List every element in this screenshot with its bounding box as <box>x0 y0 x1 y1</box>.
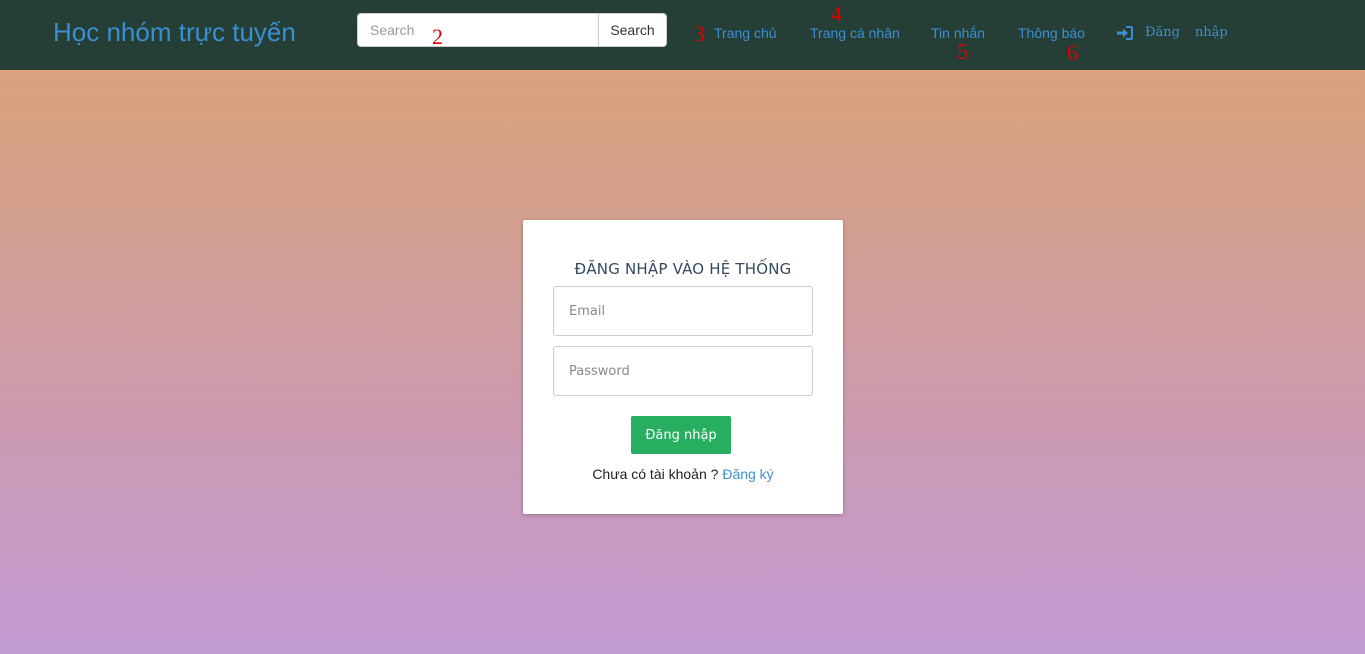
search-input[interactable] <box>357 13 598 47</box>
nav-login-link[interactable]: Đăng nhập <box>1117 25 1228 40</box>
login-card: ĐĂNG NHẬP VÀO HỆ THỐNG Đăng nhập Chưa có… <box>523 220 843 514</box>
annotation-marker-5: 5 <box>957 39 968 64</box>
nav-link-profile[interactable]: Trang cá nhân <box>810 25 900 41</box>
brand-title[interactable]: Học nhóm trực tuyến <box>53 17 296 48</box>
annotation-marker-4: 4 <box>831 1 842 26</box>
nav-link-home[interactable]: Trang chủ <box>714 25 777 41</box>
navbar: Học nhóm trực tuyến Search Trang chủ Tra… <box>0 0 1365 70</box>
password-field[interactable] <box>553 346 813 396</box>
sign-in-icon <box>1117 25 1133 40</box>
annotation-marker-3: 3 <box>694 21 705 46</box>
register-prompt-line: Chưa có tài khoản ? Đăng ký <box>523 466 843 482</box>
search-button[interactable]: Search <box>598 13 667 47</box>
login-word-1: Đăng <box>1145 25 1180 40</box>
search-form: Search <box>357 13 667 47</box>
login-button[interactable]: Đăng nhập <box>631 416 731 454</box>
register-prompt-text: Chưa có tài khoản ? <box>592 466 719 482</box>
email-field[interactable] <box>553 286 813 336</box>
register-link[interactable]: Đăng ký <box>722 466 773 482</box>
annotation-marker-2: 2 <box>432 24 443 49</box>
login-card-title: ĐĂNG NHẬP VÀO HỆ THỐNG <box>574 260 792 278</box>
annotation-marker-6: 6 <box>1067 40 1078 65</box>
login-word-2: nhập <box>1194 25 1228 40</box>
nav-link-notifications[interactable]: Thông báo <box>1018 25 1085 41</box>
